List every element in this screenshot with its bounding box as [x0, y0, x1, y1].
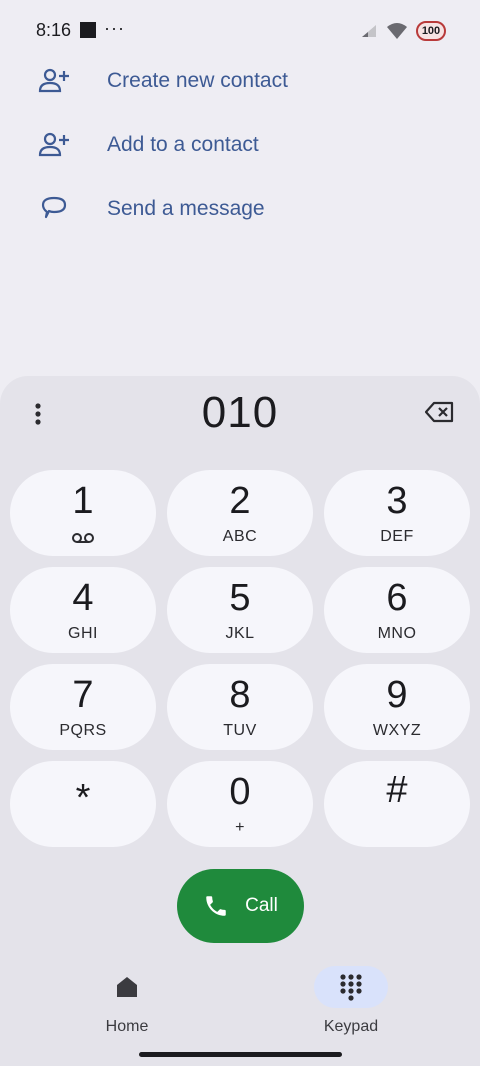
key-1[interactable]: 1	[10, 470, 156, 556]
person-add-icon	[38, 129, 70, 161]
key-5[interactable]: 5 JKL	[167, 567, 313, 653]
nav-keypad[interactable]: Keypad	[290, 966, 410, 1046]
key-7[interactable]: 7 PQRS	[10, 664, 156, 750]
key-digit: 7	[72, 674, 94, 716]
create-contact-label: Create new contact	[107, 69, 288, 92]
key-digit: 0	[229, 771, 251, 813]
key-8[interactable]: 8 TUV	[167, 664, 313, 750]
home-icon	[117, 977, 137, 997]
call-label: Call	[245, 895, 278, 916]
key-4[interactable]: 4 GHI	[10, 567, 156, 653]
nav-keypad-pill	[314, 966, 388, 1008]
key-digit: 1	[72, 480, 94, 522]
create-contact-item[interactable]: Create new contact	[0, 53, 480, 109]
key-letters: DEF	[380, 528, 414, 545]
key-digit: *	[75, 777, 91, 819]
key-letters: GHI	[68, 625, 98, 642]
key-letters: WXYZ	[372, 722, 422, 739]
person-add-icon	[38, 65, 70, 97]
key-letters: +	[235, 819, 245, 836]
status-bar: 8:16 ··· 100	[0, 0, 480, 60]
message-icon	[38, 193, 70, 225]
key-letters: PQRS	[59, 722, 107, 739]
key-letters: ABC	[222, 528, 258, 545]
key-digit: 3	[386, 480, 408, 522]
key-hash[interactable]: #	[324, 761, 470, 847]
phone-icon	[206, 896, 226, 916]
signal-icon	[362, 25, 376, 37]
status-icons: 100	[360, 18, 446, 44]
add-to-contact-label: Add to a contact	[107, 133, 259, 156]
key-9[interactable]: 9 WXYZ	[324, 664, 470, 750]
more-notifications-icon: ···	[104, 18, 125, 38]
nav-keypad-label: Keypad	[323, 1018, 379, 1035]
backspace-button[interactable]	[420, 396, 460, 428]
key-letters: JKL	[225, 625, 255, 642]
key-6[interactable]: 6 MNO	[324, 567, 470, 653]
notification-icon	[80, 22, 96, 38]
call-button[interactable]: Call	[177, 869, 304, 943]
key-3[interactable]: 3 DEF	[324, 470, 470, 556]
nav-home-label: Home	[105, 1018, 149, 1035]
key-digit: #	[386, 769, 408, 811]
battery-level: 100	[421, 25, 441, 37]
battery-icon: 100	[416, 21, 446, 41]
add-to-contact-item[interactable]: Add to a contact	[0, 117, 480, 173]
key-digit: 5	[229, 577, 251, 619]
key-0[interactable]: 0 +	[167, 761, 313, 847]
gesture-bar[interactable]	[139, 1052, 342, 1057]
key-2[interactable]: 2 ABC	[167, 470, 313, 556]
key-letters: TUV	[223, 722, 257, 739]
backspace-icon	[425, 401, 454, 423]
key-digit: 4	[72, 577, 94, 619]
key-digit: 6	[386, 577, 408, 619]
key-letters: MNO	[377, 625, 417, 642]
nav-home-pill	[90, 966, 164, 1008]
send-message-item[interactable]: Send a message	[0, 181, 480, 237]
key-digit: 2	[229, 480, 251, 522]
voicemail-icon	[72, 533, 94, 543]
status-time: 8:16	[36, 20, 72, 40]
key-digit: 8	[229, 674, 251, 716]
nav-home[interactable]: Home	[66, 966, 186, 1046]
wifi-icon	[387, 23, 407, 39]
send-message-label: Send a message	[107, 197, 265, 220]
dialed-number[interactable]: 010	[0, 388, 480, 438]
key-digit: 9	[386, 674, 408, 716]
dialpad-icon	[340, 974, 362, 1001]
key-star[interactable]: *	[10, 761, 156, 847]
